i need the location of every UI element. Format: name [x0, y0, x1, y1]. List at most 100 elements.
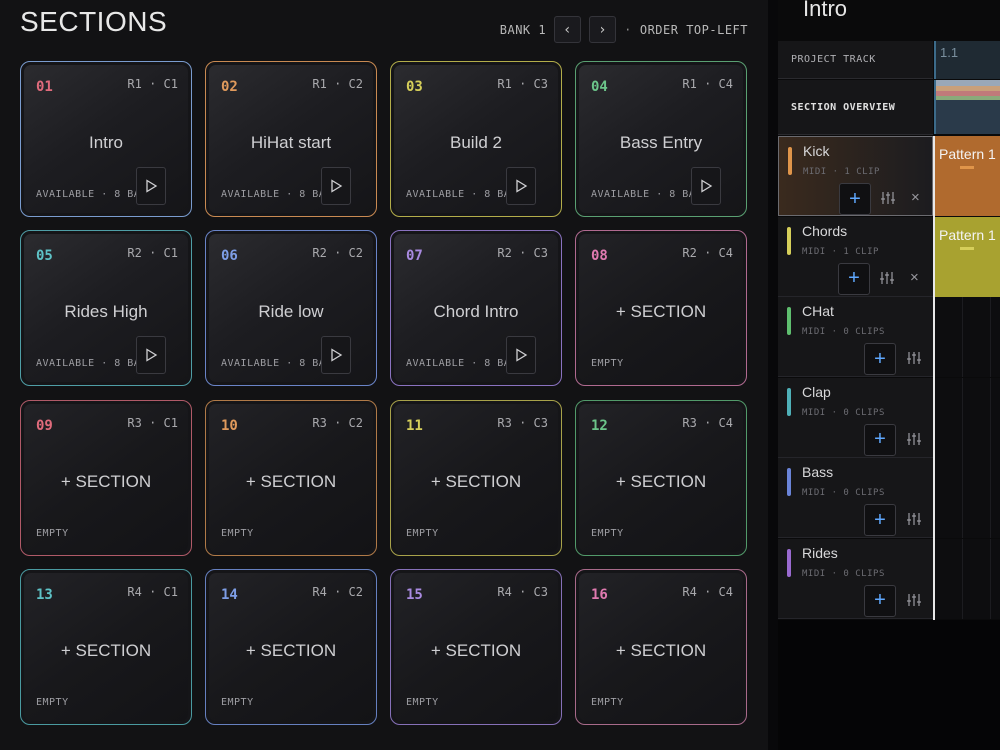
play-icon	[516, 348, 528, 362]
close-icon[interactable]: ×	[911, 189, 920, 206]
clip[interactable]: Pattern 1	[934, 136, 1000, 216]
bank-separator: ·	[624, 22, 632, 37]
add-clip-button[interactable]: +	[864, 423, 896, 456]
track-name: Rides	[802, 544, 838, 561]
section-name: + SECTION	[60, 472, 152, 491]
section-position: R2 · C2	[312, 246, 363, 260]
track-lane[interactable]: Pattern 1	[934, 216, 1000, 297]
lane-gridline	[990, 538, 991, 619]
track-header[interactable]: Chords MIDI · 1 CLIP + ×	[778, 216, 933, 297]
bank-prev-button[interactable]: ‹	[554, 16, 582, 43]
add-clip-button[interactable]: +	[864, 343, 896, 375]
section-tile[interactable]: 10 R3 · C2 + SECTION EMPTY	[205, 400, 377, 556]
play-button[interactable]	[506, 336, 536, 374]
section-tile[interactable]: 14 R4 · C2 + SECTION EMPTY	[205, 569, 377, 725]
section-tile[interactable]: 12 R3 · C4 + SECTION EMPTY	[575, 400, 747, 556]
section-overview-label: SECTION OVERVIEW	[791, 101, 896, 113]
mixer-icon[interactable]	[880, 190, 896, 206]
section-number: 04	[591, 79, 608, 95]
play-button[interactable]	[136, 336, 166, 374]
section-name: + SECTION	[245, 472, 337, 491]
section-tile-body: 04 R1 · C4 Bass Entry AVAILABLE · 8 BARS	[579, 65, 743, 213]
track-header[interactable]: Rides MIDI · 0 CLIPS +	[778, 538, 933, 619]
section-name: HiHat start	[250, 133, 332, 152]
add-clip-button[interactable]: +	[864, 504, 896, 536]
track-header[interactable]: Bass MIDI · 0 CLIPS +	[778, 458, 933, 538]
section-tile-body: 06 R2 · C2 Ride low AVAILABLE · 8 BARS	[209, 234, 373, 382]
section-name: + SECTION	[430, 641, 522, 660]
track-lane[interactable]	[934, 458, 1000, 538]
section-tile-body: 13 R4 · C1 + SECTION EMPTY	[24, 573, 188, 721]
section-position: R3 · C4	[682, 416, 733, 430]
mixer-icon[interactable]	[906, 431, 922, 447]
play-button[interactable]	[691, 167, 721, 205]
play-icon	[146, 179, 158, 193]
track-lane[interactable]: Pattern 1	[934, 136, 1000, 216]
section-overview-strip[interactable]	[934, 80, 1000, 134]
lane-gridline	[962, 377, 963, 458]
section-tile[interactable]: 16 R4 · C4 + SECTION EMPTY	[575, 569, 747, 725]
mixer-icon[interactable]	[906, 511, 922, 527]
play-icon	[331, 348, 343, 362]
section-position: R3 · C2	[312, 416, 363, 430]
track-lane[interactable]	[934, 297, 1000, 377]
section-position: R3 · C1	[127, 416, 178, 430]
add-clip-button[interactable]: +	[864, 584, 896, 617]
section-tile[interactable]: 01 R1 · C1 Intro AVAILABLE · 8 BARS	[20, 61, 192, 217]
mixer-icon[interactable]	[906, 592, 922, 608]
section-tile[interactable]: 07 R2 · C3 Chord Intro AVAILABLE · 8 BAR…	[390, 230, 562, 386]
section-status: EMPTY	[591, 697, 624, 708]
track-color-swatch	[787, 468, 791, 496]
track-color-swatch	[788, 147, 792, 175]
play-button[interactable]	[321, 167, 351, 205]
section-tile[interactable]: 13 R4 · C1 + SECTION EMPTY	[20, 569, 192, 725]
track-color-swatch	[787, 226, 791, 255]
play-button[interactable]	[506, 167, 536, 205]
project-track-header: PROJECT TRACK	[778, 41, 933, 79]
track-lane[interactable]	[934, 377, 1000, 458]
clip-note	[960, 246, 974, 250]
mixer-icon[interactable]	[879, 270, 895, 286]
sections-panel: SECTIONS BANK 1 ‹ › · ORDER TOP-LEFT 01 …	[0, 0, 768, 750]
section-tile[interactable]: 06 R2 · C2 Ride low AVAILABLE · 8 BARS	[205, 230, 377, 386]
add-clip-button[interactable]: +	[839, 183, 871, 215]
track-header[interactable]: Kick MIDI · 1 CLIP + ×	[778, 136, 933, 216]
section-position: R1 · C4	[682, 77, 733, 91]
play-button[interactable]	[136, 167, 166, 205]
clip-note	[960, 166, 974, 169]
sections-grid: 01 R1 · C1 Intro AVAILABLE · 8 BARS 02 R…	[20, 61, 749, 725]
section-tile-body: 12 R3 · C4 + SECTION EMPTY	[579, 404, 743, 552]
section-tile[interactable]: 03 R1 · C3 Build 2 AVAILABLE · 8 BARS	[390, 61, 562, 217]
mixer-icon[interactable]	[906, 350, 922, 366]
section-name: + SECTION	[430, 472, 522, 491]
clip[interactable]: Pattern 1	[934, 216, 1000, 297]
track-panel: Intro PROJECT TRACK 1.1 SECTION OVERVIEW…	[778, 0, 1000, 750]
section-tile[interactable]: 08 R2 · C4 + SECTION EMPTY	[575, 230, 747, 386]
close-icon[interactable]: ×	[910, 269, 919, 286]
track-header[interactable]: CHat MIDI · 0 CLIPS +	[778, 297, 933, 377]
section-tile[interactable]: 04 R1 · C4 Bass Entry AVAILABLE · 8 BARS	[575, 61, 747, 217]
timeline-ruler[interactable]: 1.1	[934, 41, 1000, 79]
section-number: 05	[36, 248, 53, 264]
page-title: SECTIONS	[20, 6, 168, 37]
play-icon	[701, 179, 713, 193]
bank-next-button[interactable]: ›	[589, 16, 617, 43]
playhead[interactable]	[933, 136, 935, 620]
section-tile[interactable]: 11 R3 · C3 + SECTION EMPTY	[390, 400, 562, 556]
section-tile[interactable]: 05 R2 · C1 Rides High AVAILABLE · 8 BARS	[20, 230, 192, 386]
section-number: 08	[591, 248, 608, 264]
play-button[interactable]	[321, 336, 351, 374]
add-clip-button[interactable]: +	[838, 262, 870, 295]
section-number: 11	[406, 418, 423, 434]
section-tile[interactable]: 02 R1 · C2 HiHat start AVAILABLE · 8 BAR…	[205, 61, 377, 217]
track-lane[interactable]	[934, 538, 1000, 619]
empty-area	[778, 620, 1000, 750]
section-status: EMPTY	[591, 358, 624, 369]
section-tile[interactable]: 15 R4 · C3 + SECTION EMPTY	[390, 569, 562, 725]
track-header[interactable]: Clap MIDI · 0 CLIPS +	[778, 377, 933, 458]
section-number: 15	[406, 587, 423, 603]
section-tile-body: 02 R1 · C2 HiHat start AVAILABLE · 8 BAR…	[209, 65, 373, 213]
section-tile[interactable]: 09 R3 · C1 + SECTION EMPTY	[20, 400, 192, 556]
bank-label: BANK 1	[499, 22, 547, 37]
section-number: 02	[221, 79, 238, 95]
